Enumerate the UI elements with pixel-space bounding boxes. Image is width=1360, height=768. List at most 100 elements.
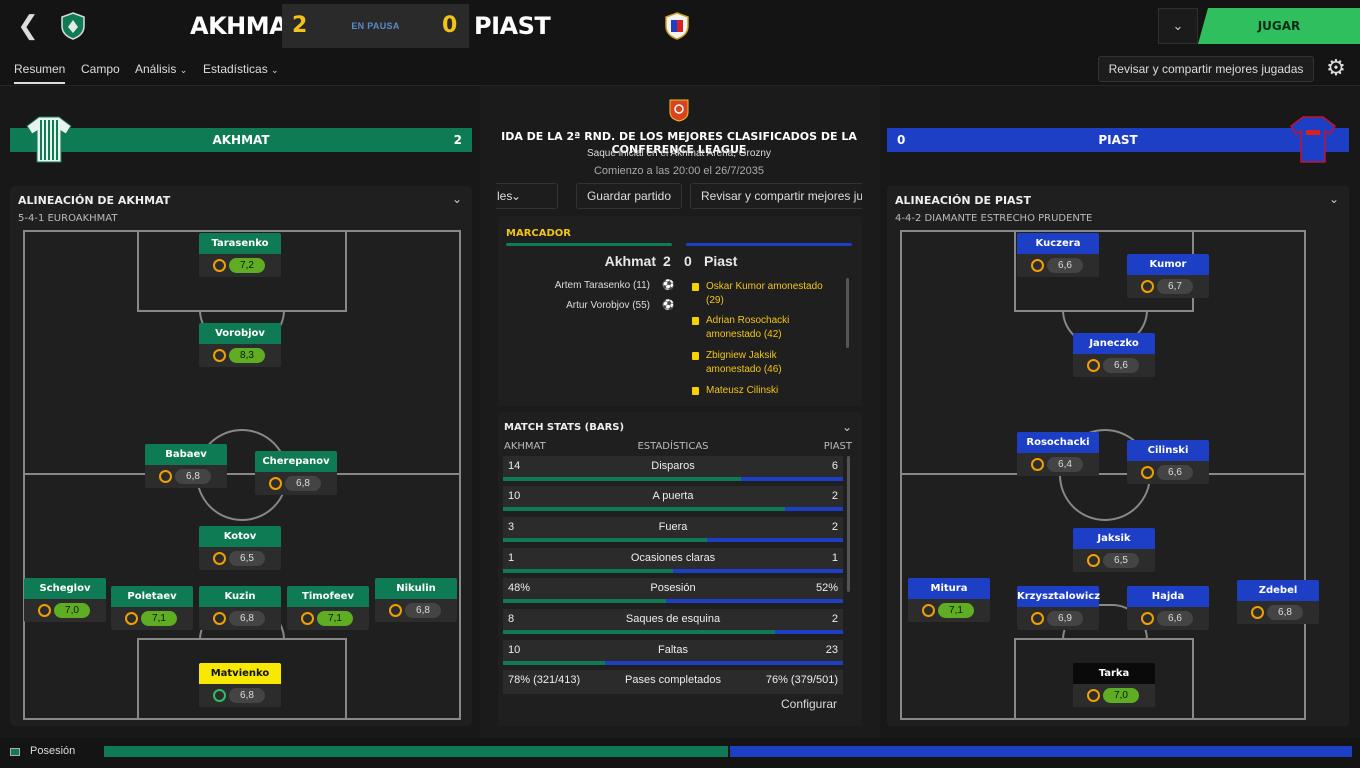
back-arrow-icon[interactable]: ❮ (14, 12, 42, 40)
player-rating-row: 7,1 (287, 607, 369, 630)
player-rating: 6,9 (1047, 611, 1083, 626)
player-card[interactable]: Scheglov 7,0 (24, 578, 106, 624)
player-rating-row: 6,9 (1017, 607, 1099, 630)
player-card[interactable]: Krzysztalowicz 6,9 (1017, 586, 1100, 632)
chevron-down-icon[interactable]: ⌄ (1158, 8, 1198, 44)
player-card[interactable]: Kotov 6,5 (199, 526, 281, 572)
player-rating-row: 6,4 (1017, 453, 1099, 476)
stat-label: Saques de esquina (625, 613, 721, 625)
configure-button[interactable]: Configurar (770, 692, 848, 718)
stat-label: Fuera (658, 521, 688, 533)
ball-icon: ⚽ (662, 280, 675, 291)
player-name: Kuzin (199, 586, 281, 607)
stat-bar-home (503, 538, 707, 542)
player-rating: 6,7 (1157, 279, 1193, 294)
player-card[interactable]: Matvienko 6,8 (199, 663, 281, 709)
competition-logo-icon (667, 98, 691, 122)
player-name: Tarasenko (199, 233, 281, 254)
player-name: Babaev (145, 444, 227, 465)
player-card[interactable]: Kuzin 6,8 (199, 586, 281, 632)
chevron-down-icon[interactable]: ⌄ (1329, 192, 1339, 206)
player-card[interactable]: Hajda 6,6 (1127, 586, 1209, 632)
scrollbar[interactable] (846, 278, 849, 348)
player-card[interactable]: Rosochacki 6,4 (1017, 432, 1099, 478)
player-card[interactable]: Tarasenko 7,2 (199, 233, 281, 279)
card-event: Oskar Kumor amonestado (29) (706, 280, 823, 308)
player-card[interactable]: Kumor 6,7 (1127, 254, 1209, 300)
player-card[interactable]: Cherepanov 6,8 (255, 451, 337, 497)
scoreboard-panel: MARCADOR Akhmat 2 0 Piast Artem Tarasenk… (498, 216, 862, 406)
ball-icon: ⚽ (662, 300, 675, 311)
possession-bar-away (730, 746, 1352, 757)
top-bar: ❮ AKHMAT 2 EN PAUSA 0 PIAST ⌄ JUGAR (0, 0, 1360, 52)
player-rating: 6,8 (175, 469, 211, 484)
card-event-line: Adrian Rosochacki (706, 315, 790, 326)
possession-bar-home (104, 746, 728, 757)
away-score: 0 (442, 13, 458, 38)
kickoff-venue: Saque inicial en el Akhmat Arena, Grozny (587, 148, 771, 159)
player-name: Kumor (1127, 254, 1209, 275)
stat-row: 10 Faltas 23 (503, 640, 843, 665)
yellow-card-icon (692, 352, 699, 360)
condition-icon (38, 604, 51, 617)
player-rating-row: 6,8 (145, 465, 227, 488)
tab-campo[interactable]: Campo (81, 62, 120, 76)
save-match-button[interactable]: Guardar partido (576, 183, 682, 209)
player-name: Janeczko (1073, 333, 1155, 354)
condition-icon (213, 612, 226, 625)
share-highlights-button-partial[interactable]: Revisar y compartir mejores ju (690, 183, 862, 209)
player-card[interactable]: Mitura 7,1 (908, 578, 990, 624)
player-rating-row: 7,2 (199, 254, 281, 277)
stat-label: Ocasiones claras (630, 552, 716, 564)
stat-label: Faltas (658, 644, 688, 656)
chevron-down-icon[interactable]: ⌄ (452, 192, 462, 206)
stat-row: 1 Ocasiones claras 1 (503, 548, 843, 573)
gear-icon[interactable]: ⚙ (1322, 55, 1350, 83)
player-card[interactable]: Janeczko 6,6 (1073, 333, 1155, 379)
goal-event: Artur Vorobjov (55) (566, 300, 650, 311)
stat-row: 3 Fuera 2 (503, 517, 843, 542)
player-card[interactable]: Tarka 7,0 (1073, 663, 1155, 709)
home-color-bar (506, 243, 672, 246)
scrollbar[interactable] (847, 456, 850, 592)
condition-icon (301, 612, 314, 625)
card-event-line: Mateusz Cilinski (706, 385, 779, 396)
player-rating: 6,6 (1157, 465, 1193, 480)
tab-resumen[interactable]: Resumen (14, 62, 66, 84)
tab-analisis[interactable]: Análisis ⌄ (135, 62, 187, 76)
chevron-down-icon: ⌄ (179, 65, 188, 75)
player-rating: 7,1 (141, 611, 177, 626)
stat-row: 14 Disparos 6 (503, 456, 843, 481)
player-card[interactable]: Cilinski 6,6 (1127, 440, 1209, 486)
share-highlights-button[interactable]: Revisar y compartir mejores jugadas (1098, 56, 1314, 82)
home-banner-name: AKHMAT (212, 133, 270, 147)
player-name: Cilinski (1127, 440, 1209, 461)
condition-icon (213, 689, 226, 702)
player-card[interactable]: Babaev 6,8 (145, 444, 227, 490)
player-rating-row: 6,5 (199, 547, 281, 570)
player-card[interactable]: Kuczera 6,6 (1017, 233, 1099, 279)
condition-icon (1087, 689, 1100, 702)
player-card[interactable]: Nikulin 6,8 (375, 578, 457, 624)
chevron-down-icon[interactable]: ⌄ (842, 420, 852, 434)
condition-icon (213, 349, 226, 362)
player-card[interactable]: Poletaev 7,1 (111, 586, 193, 632)
player-rating: 6,5 (1103, 553, 1139, 568)
player-card[interactable]: Zdebel 6,8 (1237, 580, 1319, 626)
tab-estadisticas[interactable]: Estadísticas ⌄ (203, 62, 279, 76)
player-card[interactable]: Jaksik 6,5 (1073, 528, 1155, 574)
stat-bar-home (503, 507, 785, 511)
player-card[interactable]: Vorobjov 8,3 (199, 323, 281, 369)
condition-icon (1031, 612, 1044, 625)
match-status: EN PAUSA (351, 21, 400, 31)
home-banner-score: 2 (453, 133, 462, 147)
player-rating-row: 6,6 (1017, 254, 1099, 277)
player-name: Poletaev (111, 586, 193, 607)
player-card[interactable]: Timofeev 7,1 (287, 586, 369, 632)
away-color-bar (686, 243, 852, 246)
partial-dropdown[interactable]: les ⌄ (496, 183, 558, 209)
condition-icon (159, 470, 172, 483)
play-button[interactable]: JUGAR (1198, 8, 1360, 44)
player-name: Rosochacki (1017, 432, 1099, 453)
player-name: Jaksik (1073, 528, 1155, 549)
